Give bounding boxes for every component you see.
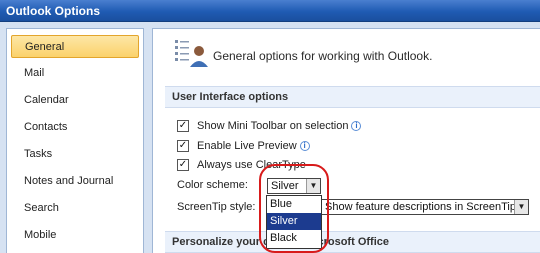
cleartype-checkbox[interactable]: ✓ — [177, 159, 189, 171]
color-scheme-value: Silver — [271, 180, 299, 192]
nav-item-label: Search — [24, 202, 59, 214]
live-preview-label: Enable Live Preview — [197, 140, 297, 152]
nav-item-tasks[interactable]: Tasks — [11, 143, 139, 166]
panel-header: General options for working with Outlook… — [213, 49, 433, 63]
dropdown-option-silver[interactable]: Silver — [267, 213, 321, 230]
option-cleartype[interactable]: ✓ Always use ClearType — [177, 157, 306, 173]
nav-item-notes-journal[interactable]: Notes and Journal — [11, 170, 139, 193]
section-header-ui-options: User Interface options — [165, 86, 540, 108]
cleartype-label: Always use ClearType — [197, 159, 306, 171]
nav-item-label: Contacts — [24, 121, 68, 133]
category-nav: General Mail Calendar Contacts Tasks Not… — [6, 28, 144, 253]
color-scheme-select[interactable]: Silver ▼ — [267, 178, 321, 194]
mini-toolbar-checkbox[interactable]: ✓ — [177, 120, 189, 132]
info-icon[interactable]: i — [351, 121, 362, 131]
nav-item-mail[interactable]: Mail — [11, 62, 139, 85]
color-scheme-label: Color scheme: — [177, 179, 248, 191]
nav-item-mobile[interactable]: Mobile — [11, 224, 139, 247]
chevron-down-icon[interactable]: ▼ — [306, 179, 320, 193]
section-header-personalize: Personalize your copy of Microsoft Offic… — [165, 231, 540, 253]
color-scheme-dropdown-list: Blue Silver Black — [266, 195, 322, 249]
nav-item-label: Mobile — [24, 229, 57, 241]
nav-item-contacts[interactable]: Contacts — [11, 116, 139, 139]
option-live-preview[interactable]: ✓ Enable Live Preview i — [177, 138, 310, 154]
nav-item-calendar[interactable]: Calendar — [11, 89, 139, 112]
nav-item-general[interactable]: General — [11, 35, 139, 58]
window-title: Outlook Options — [0, 0, 540, 22]
general-options-panel: General options for working with Outlook… — [152, 28, 540, 253]
info-icon[interactable]: i — [299, 141, 310, 151]
general-options-icon — [173, 37, 209, 69]
chevron-down-icon[interactable]: ▼ — [514, 200, 528, 214]
nav-item-label: Calendar — [24, 94, 69, 106]
nav-item-label: Mail — [24, 67, 45, 79]
screentip-style-label: ScreenTip style: — [177, 201, 256, 213]
nav-item-search[interactable]: Search — [11, 197, 139, 220]
nav-item-label: General — [25, 41, 65, 53]
live-preview-checkbox[interactable]: ✓ — [177, 140, 189, 152]
mini-toolbar-label: Show Mini Toolbar on selection — [197, 120, 349, 132]
nav-item-label: Notes and Journal — [24, 175, 114, 187]
dropdown-option-black[interactable]: Black — [267, 230, 321, 247]
nav-item-label: Tasks — [24, 148, 53, 160]
dropdown-option-blue[interactable]: Blue — [267, 196, 321, 213]
option-mini-toolbar[interactable]: ✓ Show Mini Toolbar on selection i — [177, 118, 362, 134]
